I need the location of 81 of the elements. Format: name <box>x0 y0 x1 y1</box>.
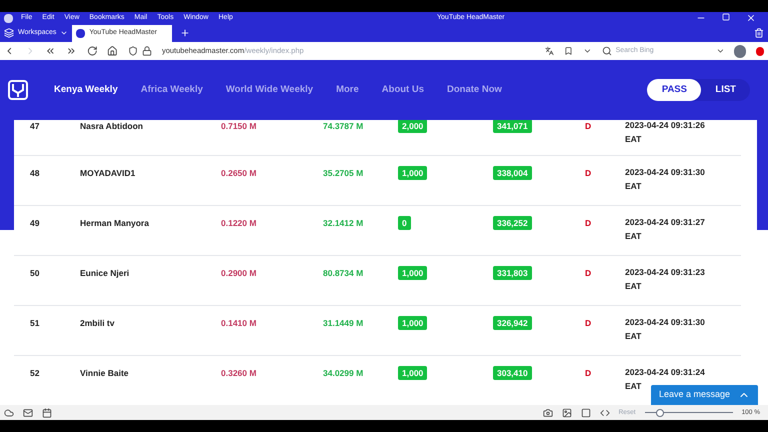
nav-link[interactable]: Kenya Weekly <box>54 82 118 98</box>
timestamp-cell-text: 2023-04-24 09:31:23 EAT <box>625 266 705 293</box>
nav-link[interactable]: About Us <box>382 82 424 98</box>
rank-cell-text: 49 <box>30 217 40 230</box>
channel-name: Nasra Abtidoon <box>80 120 144 133</box>
search-icon <box>602 46 612 56</box>
camera-icon[interactable] <box>542 408 553 418</box>
rank-cell-text: 47 <box>30 120 40 133</box>
value-cell-text: 0.1410 M <box>221 317 258 330</box>
count-badge: 2,000 <box>398 120 428 133</box>
nav-link[interactable]: Africa Weekly <box>140 82 203 98</box>
timestamp-cell: 2023-04-24 09:31:26 EAT <box>625 120 705 146</box>
value-cell-text: 31.1449 M <box>323 317 364 330</box>
count-badge: 336,252 <box>493 216 532 230</box>
channel-name: 2mbili tv <box>80 317 116 330</box>
toggle-button[interactable]: PASS <box>647 79 702 101</box>
value-cell-text: 0.7150 M <box>221 120 258 133</box>
count-badge: 1,000 <box>398 266 428 280</box>
count-badge: 1,000 <box>398 316 428 330</box>
count-badge: 1,000 <box>398 166 428 180</box>
rank-cell-text: 51 <box>30 317 40 330</box>
translate-icon[interactable] <box>544 46 554 56</box>
rank-cell-text: 48 <box>30 167 40 180</box>
value-cell-text: 0.2650 M <box>221 167 258 180</box>
image-icon[interactable] <box>562 408 572 418</box>
rank-cell-text: 52 <box>30 367 40 380</box>
count-badge: 0 <box>398 216 411 230</box>
count-badge: 1,000 <box>398 366 428 380</box>
channel-name: Herman Manyora <box>80 217 150 230</box>
timestamp-cell-text: 2023-04-24 09:31:27 EAT <box>625 216 705 243</box>
value-cell-text: 35.2705 M <box>323 167 364 180</box>
avatar-icon[interactable] <box>734 44 746 58</box>
count-badge: 331,803 <box>493 266 532 280</box>
site-logo-icon[interactable] <box>8 80 28 100</box>
value-cell-text: 0.1220 M <box>221 217 258 230</box>
nav-link[interactable]: Donate Now <box>447 82 502 98</box>
value-cell-text: 32.1412 M <box>323 217 364 230</box>
maximize-icon[interactable] <box>722 13 730 21</box>
window-icon[interactable] <box>580 408 591 418</box>
status-letter: D <box>585 267 592 280</box>
count-badge: 326,942 <box>493 316 532 330</box>
count-badge: 303,410 <box>493 366 532 380</box>
mail-icon[interactable] <box>23 408 33 418</box>
status-letter: D <box>585 120 592 133</box>
count-badge: 338,004 <box>493 166 532 180</box>
home-icon[interactable] <box>107 45 118 57</box>
count-badge: 341,071 <box>493 120 532 133</box>
channel-name: MOYADAVID1 <box>80 167 136 180</box>
value-cell-text: 0.3260 M <box>221 367 258 380</box>
channel-name: Vinnie Baite <box>80 367 130 380</box>
caret-icon[interactable] <box>60 29 68 37</box>
rank-cell-text: 50 <box>30 267 40 280</box>
code-icon[interactable] <box>600 408 610 418</box>
nav-link[interactable]: More <box>336 82 359 98</box>
channel-name: Eunice Njeri <box>80 267 130 280</box>
status-letter: D <box>585 217 592 230</box>
status-letter: D <box>585 317 592 330</box>
value-cell-text: 74.3787 M <box>323 120 364 133</box>
slider-thumb[interactable] <box>656 408 664 416</box>
chat-button[interactable]: Leave a message <box>651 385 758 405</box>
value-cell-text: 0.2900 M <box>221 267 258 280</box>
new-tab-icon[interactable] <box>180 28 190 38</box>
calendar-icon[interactable] <box>42 408 52 418</box>
trash-icon[interactable] <box>754 28 764 38</box>
status-letter: D <box>585 367 592 380</box>
lock-icon <box>142 46 152 56</box>
shield-icon <box>128 46 138 56</box>
value-cell-text: 34.0299 M <box>323 367 364 380</box>
layers-icon[interactable] <box>4 28 14 38</box>
cloud-icon[interactable] <box>4 408 14 418</box>
zoom-slider[interactable] <box>644 408 733 416</box>
reload-icon[interactable] <box>86 45 98 57</box>
value-cell-text: 80.8734 M <box>323 267 364 280</box>
status-letter: D <box>585 167 592 180</box>
close-icon[interactable] <box>746 13 756 23</box>
bookmark-icon[interactable] <box>564 46 573 56</box>
nav-link[interactable]: World Wide Weekly <box>226 82 314 98</box>
timestamp-cell-text: 2023-04-24 09:31:30 EAT <box>625 316 705 343</box>
extension-icon[interactable] <box>756 46 764 56</box>
toggle-button[interactable]: LIST <box>701 79 750 101</box>
timestamp-cell-text: 2023-04-24 09:31:30 EAT <box>625 166 705 193</box>
